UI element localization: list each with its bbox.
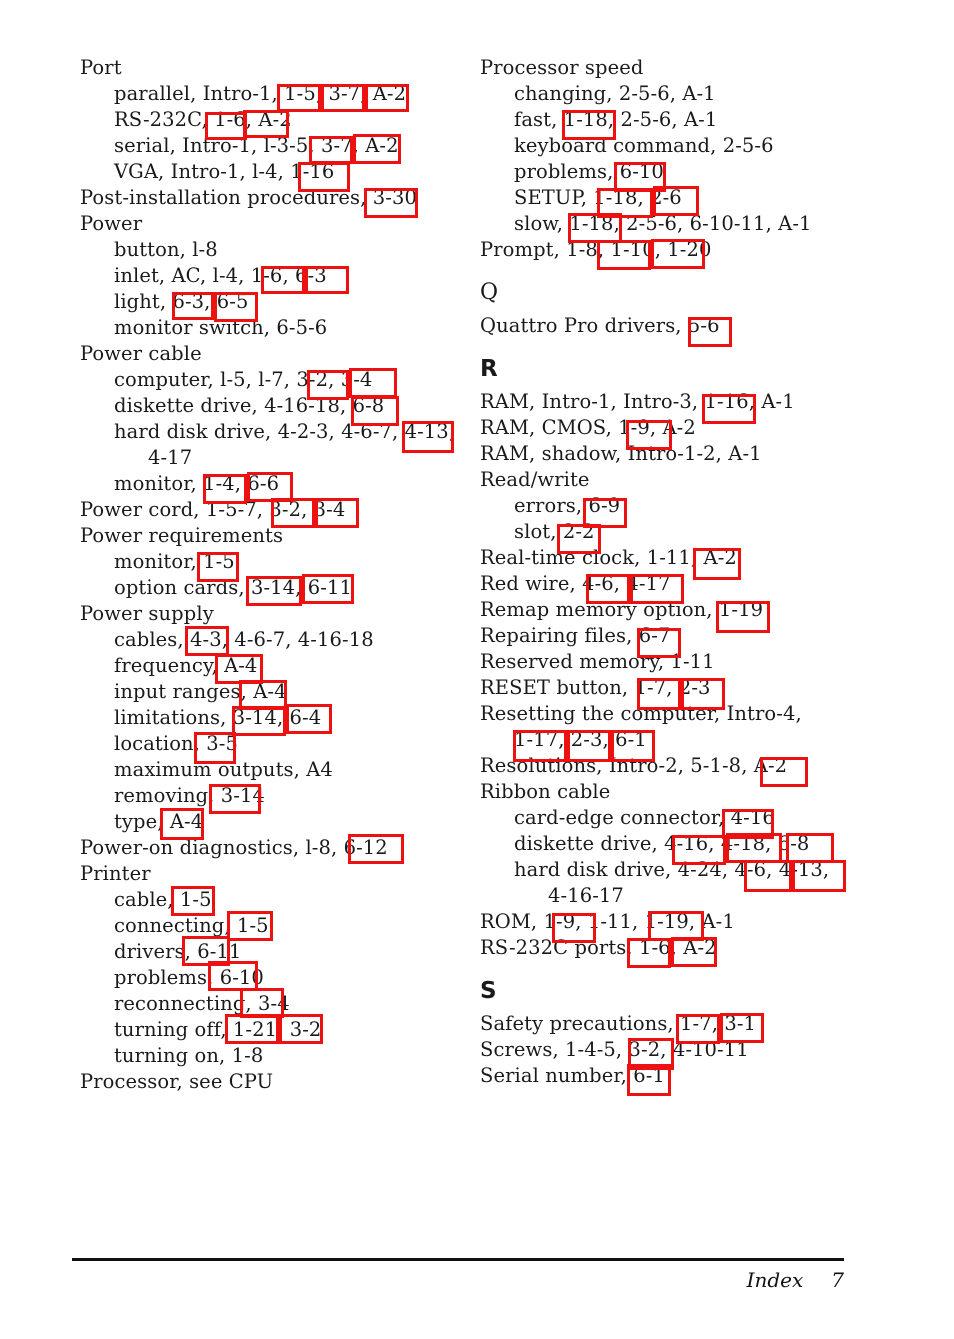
index-subentry: input ranges, A-4 [114, 680, 287, 703]
index-subentry: serial, Intro-1, l-3-5, 3-7, A-2 [114, 134, 399, 157]
index-entry: Power supply [80, 602, 214, 625]
index-entry: Screws, 1-4-5, 3-2, 4-10-11 [480, 1038, 749, 1061]
index-subentry: RS-232C, 1-6, A-2 [114, 108, 292, 131]
section-heading-r: R [480, 356, 498, 382]
index-subentry: diskette drive, 4-16, 4-18, 6-8 [514, 832, 810, 855]
index-entry: Prompt, 1-8, 1-10, 1-20 [480, 238, 712, 261]
index-subentry: slow, 1-18, 2-5-6, 6-10-11, A-1 [514, 212, 812, 235]
index-entry: Power cord, 1-5-7, 3-2, 3-4 [80, 498, 346, 521]
index-subentry: card-edge connector, 4-16 [514, 806, 775, 829]
index-entry: Power cable [80, 342, 202, 365]
index-subentry: 1-17, 2-3, 6-1 [514, 728, 647, 751]
index-entry: Power [80, 212, 143, 235]
index-subentry: button, l-8 [114, 238, 218, 261]
section-heading-q: Q [480, 280, 499, 305]
footer-label: Index [746, 1268, 804, 1292]
index-column-right: Processor speed changing, 2-5-6, A-1 fast,… [480, 55, 880, 1089]
index-subentry: monitor, 1-4, 6-6 [114, 472, 280, 495]
index-subentry: limitations, 3-14, 6-4 [114, 706, 322, 729]
index-column-left: Port parallel, Intro-1, 1-5, 3-7, A-2 RS-2… [80, 55, 470, 1095]
index-subentry: VGA, Intro-1, l-4, 1-16 [114, 160, 335, 183]
index-entry: Processor, see CPU [80, 1070, 274, 1093]
index-subentry: 4-17 [148, 446, 193, 469]
index-entry: Serial number, 6-1 [480, 1064, 665, 1087]
index-subentry: computer, l-5, l-7, 3-2, 3-4 [114, 368, 373, 391]
index-subentry: option cards, 3-14, 6-11 [114, 576, 352, 599]
index-entry: ROM, 1-9, 1-11, 1-19, A-1 [480, 910, 735, 933]
index-entry: Power requirements [80, 524, 284, 547]
index-entry: Post-installation procedures, 3-30 [80, 186, 417, 209]
index-entry: Safety precautions, 1-7, 3-1 [480, 1012, 757, 1035]
index-entry: Red wire, 4-6, 4-17 [480, 572, 671, 595]
index-entry: RS-232C ports, 1-6, A-2 [480, 936, 717, 959]
index-entry: RAM, shadow, Intro-1-2, A-1 [480, 442, 762, 465]
index-entry: RAM, Intro-1, Intro-3, 1-16, A-1 [480, 390, 795, 413]
index-subentry: hard disk drive, 4-2-3, 4-6-7, 4-13, [114, 420, 456, 443]
index-subentry: SETUP, 1-18, 2-6 [514, 186, 682, 209]
index-subentry: errors, 6-9 [514, 494, 621, 517]
index-entry: Power-on diagnostics, l-8, 6-12 [80, 836, 388, 859]
index-subentry: location, 3-5 [114, 732, 238, 755]
index-subentry: fast, 1-18, 2-5-6, A-1 [514, 108, 718, 131]
index-subentry: cables, 4-3, 4-6-7, 4-16-18 [114, 628, 374, 651]
index-subentry: monitor switch, 6-5-6 [114, 316, 328, 339]
footer-page-number: 7 [831, 1268, 844, 1292]
index-subentry: 4-16-17 [548, 884, 624, 907]
index-subentry: reconnecting, 3-4 [114, 992, 290, 1015]
index-subentry: turning on, 1-8 [114, 1044, 264, 1067]
index-entry: Read/write [480, 468, 590, 491]
footer-rule [72, 1258, 844, 1261]
index-subentry: problems, 6-10 [114, 966, 264, 989]
index-entry: RAM, CMOS, 1-9, A-2 [480, 416, 696, 439]
index-subentry: maximum outputs, A4 [114, 758, 333, 781]
index-entry: Ribbon cable [480, 780, 611, 803]
index-subentry: removing, 3-14 [114, 784, 265, 807]
index-entry: Printer [80, 862, 151, 885]
index-subentry: drivers, 6-11 [114, 940, 242, 963]
index-subentry: connecting, 1-5 [114, 914, 269, 937]
index-subentry: changing, 2-5-6, A-1 [514, 82, 716, 105]
index-subentry: turning off, 1-21, 3-2 [114, 1018, 322, 1041]
section-heading-s: S [480, 978, 497, 1004]
index-entry: Remap memory option, 1-19 [480, 598, 764, 621]
index-subentry: light, 6-3, 6-5 [114, 290, 249, 313]
page-footer: Index 7 [72, 1268, 844, 1292]
index-entry: Resetting the computer, Intro-4, [480, 702, 802, 725]
index-subentry: type, A-4 [114, 810, 204, 833]
index-subentry: diskette drive, 4-16-18, 6-8 [114, 394, 385, 417]
index-subentry: frequency, A-4 [114, 654, 258, 677]
index-entry: Reserved memory, 1-11 [480, 650, 715, 673]
index-subentry: monitor, 1-5 [114, 550, 235, 573]
index-entry: Quattro Pro drivers, 5-6 [480, 314, 720, 337]
index-entry: Resolutions, Intro-2, 5-1-8, A-2 [480, 754, 788, 777]
index-entry: Processor speed [480, 56, 644, 79]
index-page: Port parallel, Intro-1, 1-5, 3-7, A-2 RS-2… [0, 0, 954, 1339]
index-entry: Real-time clock, 1-11, A-2 [480, 546, 737, 569]
index-entry: Repairing files, 6-7 [480, 624, 671, 647]
index-subentry: slot, 2-2 [514, 520, 595, 543]
index-subentry: inlet, AC, l-4, 1-6, 6-3 [114, 264, 327, 287]
index-entry: Port [80, 56, 122, 79]
index-subentry: parallel, Intro-1, 1-5, 3-7, A-2 [114, 82, 407, 105]
index-entry: RESET button, 1-7, 2-3 [480, 676, 711, 699]
index-subentry: cable, 1-5 [114, 888, 212, 911]
index-subentry: hard disk drive, 4-24, 4-6, 4-13, [514, 858, 830, 881]
index-subentry: problems, 6-10 [514, 160, 664, 183]
index-subentry: keyboard command, 2-5-6 [514, 134, 774, 157]
